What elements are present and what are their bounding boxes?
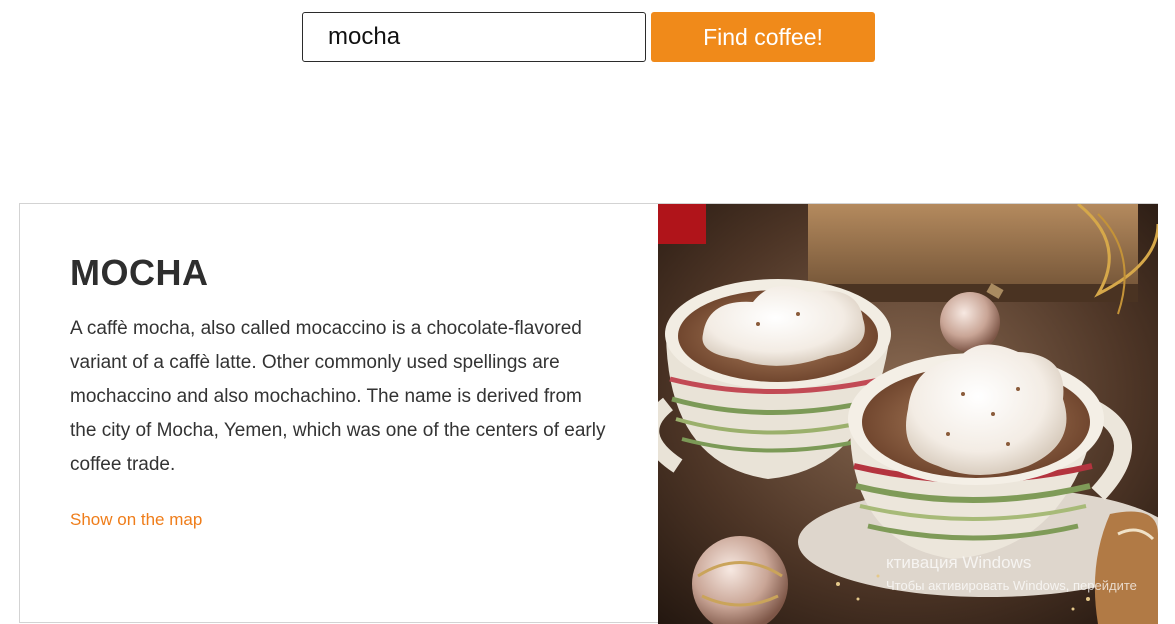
search-input[interactable] [302,12,646,62]
coffee-title: MOCHA [70,252,209,293]
windows-activation-hint: Чтобы активировать Windows, перейдите [886,578,1137,593]
show-on-map-link[interactable]: Show on the map [70,510,202,530]
coffee-description: A caffè mocha, also called mocaccino is … [70,318,606,475]
windows-activation-watermark: ктивация Windows [886,553,1032,572]
find-coffee-button[interactable]: Find coffee! [651,12,875,62]
card-text-panel: MOCHA A caffè mocha, also called mocacci… [20,204,658,622]
